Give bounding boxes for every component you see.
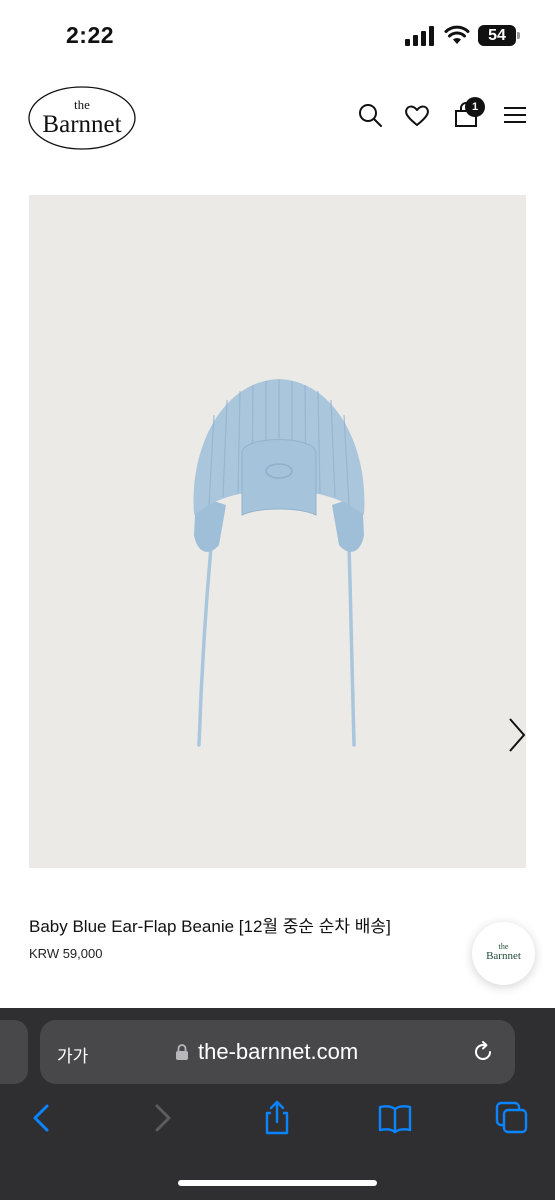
site-header: the Barnnet 1	[0, 80, 555, 160]
browser-toolbar: 가가 the-barnnet.com	[0, 1008, 555, 1200]
chevron-right-icon[interactable]	[504, 715, 526, 755]
wifi-icon	[444, 25, 470, 44]
url-text[interactable]: the-barnnet.com	[198, 1039, 358, 1065]
text-size-button[interactable]: 가가	[57, 1042, 88, 1067]
battery-icon: 54	[478, 25, 520, 46]
home-indicator	[178, 1180, 377, 1186]
floating-logo-button[interactable]: the Barnnet	[472, 922, 535, 985]
cellular-signal-icon	[405, 26, 434, 46]
battery-cap	[517, 32, 520, 39]
lock-icon	[176, 1044, 188, 1060]
previous-tab-preview[interactable]	[0, 1020, 28, 1084]
status-bar: 2:22 54	[0, 0, 555, 70]
beanie-illustration	[193, 379, 365, 747]
address-bar[interactable]: 가가 the-barnnet.com	[40, 1020, 515, 1084]
floating-barnnet-logo: the Barnnet	[486, 942, 521, 962]
tabs-icon[interactable]	[494, 1100, 530, 1136]
search-icon[interactable]	[356, 101, 384, 129]
status-time: 2:22	[66, 22, 115, 48]
bookmarks-icon[interactable]	[377, 1100, 413, 1136]
logo-bottom-text: Barnnet	[42, 111, 121, 138]
product-name[interactable]: Baby Blue Ear-Flap Beanie [12월 중순 순차 배송]	[29, 912, 391, 937]
product-price: KRW 59,000	[29, 946, 103, 961]
battery-level: 54	[488, 27, 506, 44]
floating-logo-bottom-text: Barnnet	[486, 950, 521, 962]
product-image[interactable]	[29, 195, 526, 868]
reload-icon[interactable]	[471, 1040, 495, 1064]
barnnet-logo[interactable]: the Barnnet	[27, 85, 137, 151]
heart-icon[interactable]	[403, 101, 431, 129]
hamburger-menu-icon[interactable]	[501, 101, 529, 129]
cart-count-badge[interactable]: 1	[465, 97, 485, 117]
share-icon[interactable]	[259, 1100, 295, 1136]
forward-icon[interactable]	[144, 1100, 180, 1136]
logo-top-text: the	[74, 97, 90, 112]
back-icon[interactable]	[24, 1100, 60, 1136]
